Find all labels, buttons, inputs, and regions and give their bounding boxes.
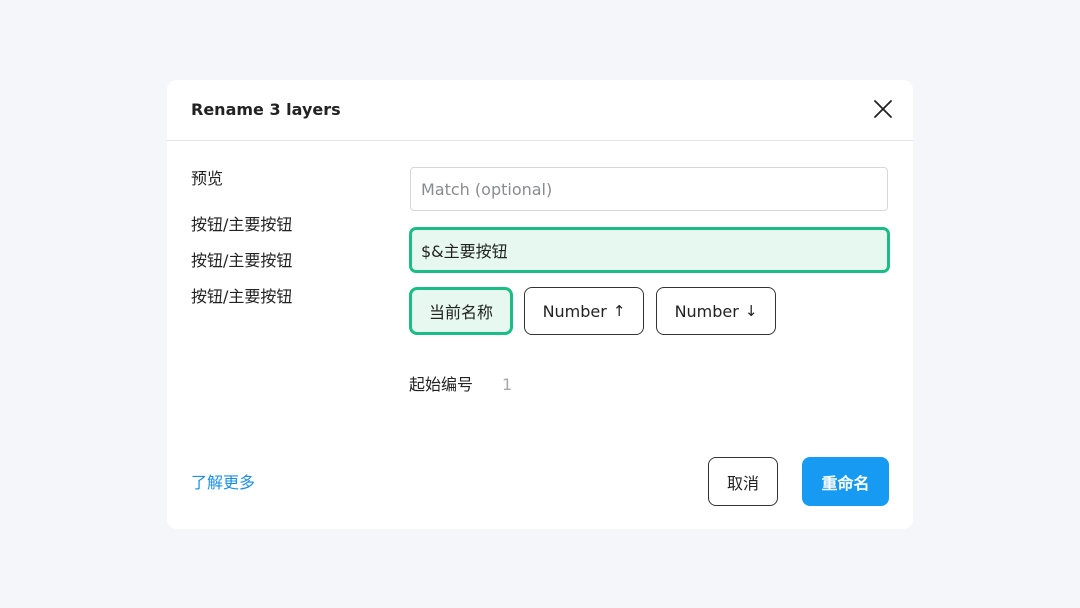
arrow-up-icon: ↑ [612,302,626,320]
number-descending-label: Number [674,301,739,321]
preview-item: 按钮/主要按钮 [191,287,293,306]
close-icon [874,100,892,118]
dialog-header: Rename 3 layers [167,80,913,141]
rename-confirm-button[interactable]: 重命名 [802,457,889,506]
start-number-label: 起始编号 [409,375,474,394]
preview-item: 按钮/主要按钮 [191,251,293,270]
current-name-token-label: 当前名称 [428,303,493,322]
close-button[interactable] [869,95,897,123]
match-input[interactable] [410,167,888,211]
rename-pattern-input[interactable] [409,227,890,273]
arrow-down-icon: ↓ [744,302,758,320]
number-ascending-label: Number [542,301,607,321]
dialog-title: Rename 3 layers [191,100,341,119]
start-number-input[interactable]: 1 [502,374,512,396]
preview-list: 按钮/主要按钮 按钮/主要按钮 按钮/主要按钮 [191,214,292,322]
preview-item: 按钮/主要按钮 [191,215,293,234]
number-ascending-token-button[interactable]: Number ↑ [524,287,644,335]
rename-dialog: Rename 3 layers 预览 按钮/主要按钮 按钮/主要按钮 按钮/主要… [167,80,913,529]
cancel-button[interactable]: 取消 [708,457,778,506]
current-name-token-button[interactable]: 当前名称 [409,287,513,335]
learn-more-link[interactable]: 了解更多 [191,472,255,494]
number-descending-token-button[interactable]: Number ↓ [656,287,776,335]
preview-label: 预览 [191,169,224,188]
